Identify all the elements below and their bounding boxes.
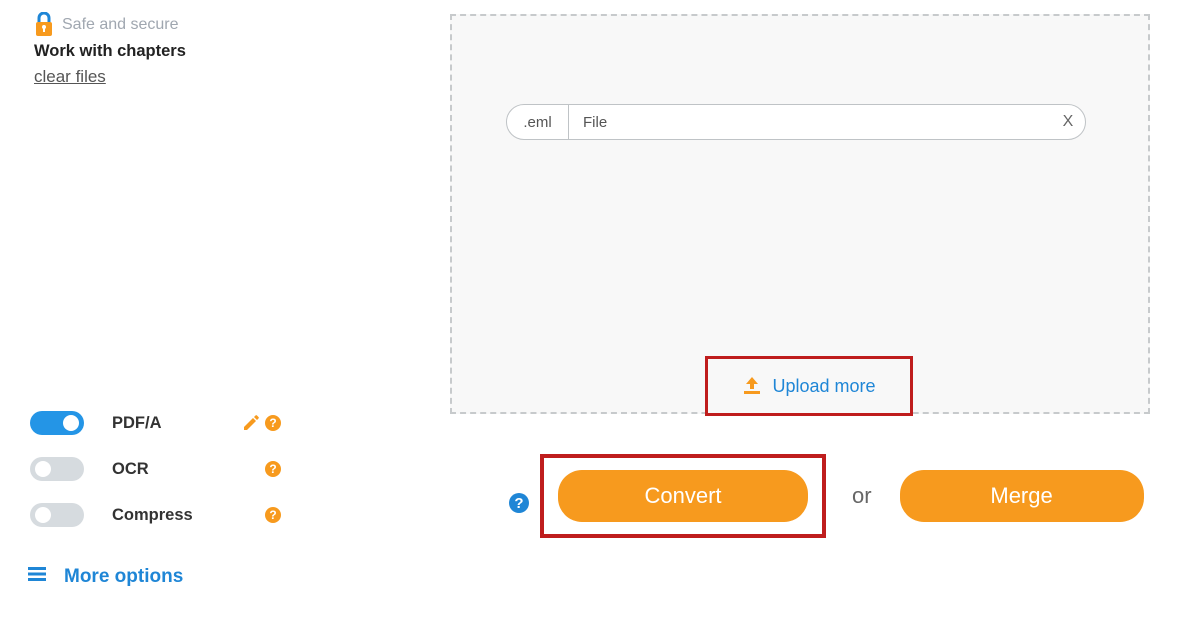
clear-files-link[interactable]: clear files [34, 67, 106, 86]
file-name-label: File [569, 114, 1051, 131]
safe-secure-label: Safe and secure [62, 16, 179, 34]
toggle-row-pdfa: PDF/A ? [30, 400, 390, 446]
hamburger-icon [28, 566, 46, 588]
toggle-label-compress: Compress [112, 506, 242, 525]
upload-more-button[interactable]: Upload more [705, 356, 913, 416]
toggle-label-ocr: OCR [112, 460, 242, 479]
file-pill: .eml File X [506, 104, 1086, 140]
help-icon[interactable]: ? [264, 506, 282, 524]
dropzone[interactable]: .eml File X Upload more [450, 14, 1150, 414]
upload-icon [742, 377, 762, 395]
pencil-icon[interactable] [242, 414, 260, 432]
svg-text:?: ? [514, 495, 523, 512]
toggle-pdfa[interactable] [30, 411, 84, 435]
convert-button[interactable]: Convert [558, 470, 808, 522]
upload-more-label: Upload more [772, 376, 875, 397]
svg-text:?: ? [269, 462, 276, 476]
toggle-row-compress: Compress ? [30, 492, 390, 538]
remove-file-button[interactable]: X [1051, 113, 1085, 131]
help-icon[interactable]: ? [264, 414, 282, 432]
more-options-link[interactable]: More options [28, 566, 183, 588]
or-text: or [852, 483, 872, 509]
help-icon[interactable]: ? [264, 460, 282, 478]
svg-text:?: ? [269, 508, 276, 522]
toggle-compress[interactable] [30, 503, 84, 527]
file-extension-label: .eml [507, 105, 569, 139]
merge-button[interactable]: Merge [900, 470, 1144, 522]
toggle-label-pdfa: PDF/A [112, 414, 242, 433]
convert-highlight-box: Convert [540, 454, 826, 538]
lock-icon [34, 12, 54, 38]
svg-text:?: ? [269, 416, 276, 430]
help-icon[interactable]: ? [508, 492, 530, 519]
work-with-chapters-label: Work with chapters [34, 42, 450, 61]
more-options-label: More options [64, 566, 183, 588]
toggle-ocr[interactable] [30, 457, 84, 481]
toggle-row-ocr: OCR ? [30, 446, 390, 492]
